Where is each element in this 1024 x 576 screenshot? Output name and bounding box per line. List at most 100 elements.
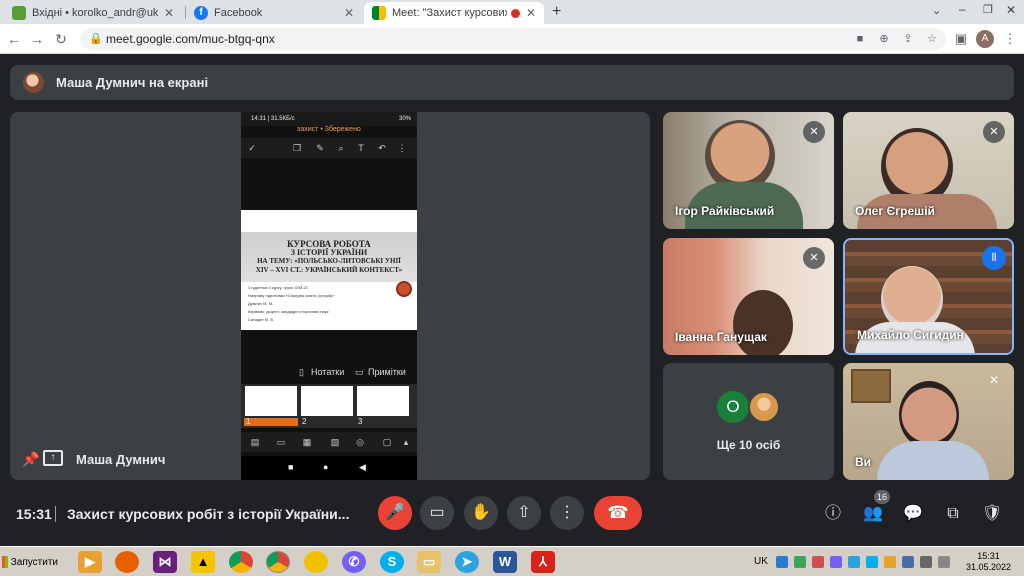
microphone-toggle-button[interactable]: 🎤 (378, 496, 412, 530)
restore-icon[interactable]: ❐ (983, 3, 993, 16)
presentation-tile[interactable]: 14:31 | 31.5КБ/с 30% захист • Збережено … (10, 112, 650, 480)
speaking-indicator-icon: ⦀ (982, 246, 1006, 270)
pin-icon[interactable]: 📌 (22, 451, 39, 468)
participant-face (899, 381, 959, 449)
meeting-control-bar: 15:31 Захист курсових робіт з історії Ук… (0, 488, 1024, 540)
profile-avatar[interactable]: A (976, 30, 994, 48)
document-title: захист • Збережено (297, 126, 361, 133)
visual-studio-icon[interactable]: ⋈ (153, 551, 177, 573)
host-controls-icon[interactable]: 🛡 (981, 503, 1003, 525)
participant-tile[interactable]: ✕ Ігор Райківський (663, 112, 834, 229)
window-close-icon[interactable]: ✕ (1006, 3, 1016, 17)
more-options-button[interactable]: ⋮ (550, 496, 584, 530)
shapes-icon: ◎ (356, 437, 364, 447)
language-indicator[interactable]: UK (754, 556, 768, 567)
table-icon: ▦ (302, 437, 312, 447)
back-icon[interactable]: ← (4, 29, 24, 49)
search-icon: ⌕ (338, 143, 344, 153)
participant-tile[interactable]: ✕ Олег Єгрешій (843, 112, 1014, 229)
skype-tray-icon[interactable] (866, 556, 878, 568)
drive-app-icon[interactable]: ▲ (191, 551, 215, 573)
battery-icon[interactable] (938, 556, 950, 568)
participant-tile-speaking[interactable]: ⦀ Михайло Сигидин (843, 238, 1014, 355)
word-icon[interactable]: W (493, 551, 517, 573)
chrome-active-icon[interactable] (266, 551, 290, 573)
back-icon: ◀ (359, 462, 366, 472)
more-participants-label: Ще 10 осіб (716, 438, 781, 452)
share-icon[interactable]: ⇪ (900, 32, 916, 46)
close-icon[interactable]: ✕ (526, 6, 536, 20)
camera-toggle-button[interactable]: ▭ (420, 496, 454, 530)
viber-icon[interactable]: ✆ (342, 551, 366, 573)
phone-bottom-toolbar: ▤ ▭ ▦ ▧ ◎ ▢ ▴ (241, 432, 417, 452)
university-seal-icon (396, 281, 412, 297)
firefox-icon[interactable] (115, 551, 139, 573)
zoom-icon[interactable]: ⊕ (876, 32, 892, 46)
chat-icon[interactable]: 💬 (902, 503, 924, 525)
camera-icon[interactable]: ■ (852, 32, 868, 46)
tray-icon[interactable] (776, 556, 788, 568)
new-tab-button[interactable]: + (552, 3, 561, 21)
folder-icon[interactable]: ▭ (417, 551, 441, 573)
shared-phone-screen: 14:31 | 31.5КБ/с 30% захист • Збережено … (241, 112, 417, 480)
mail-icon (12, 6, 26, 20)
tray-icon[interactable] (884, 556, 896, 568)
slide-meta-line: Сигидин М. В. (248, 317, 275, 322)
selected-thumbnail-marker (244, 418, 298, 426)
media-player-icon[interactable]: ▶ (78, 551, 102, 573)
mic-off-icon: ✕ (989, 373, 1000, 387)
address-bar[interactable]: 🔒 meet.google.com/muc-btgq-qnx ■ ⊕ ⇪ ☆ (80, 28, 946, 50)
participant-tile[interactable]: ✕ Іванна Ганущак (663, 238, 834, 355)
system-time: 15:31 (977, 551, 1000, 561)
present-now-button[interactable]: ⇧ (507, 496, 541, 530)
tray-icon[interactable] (794, 556, 806, 568)
notes-icon: ▯ (299, 367, 304, 377)
layout-icon: ▤ (250, 437, 260, 447)
chrome-icon[interactable] (229, 551, 253, 573)
slide-title-line: НА ТЕМУ: «ПОЛЬСЬКО-ЛИТОВСЬКІ УНІЇ (257, 257, 401, 265)
participant-hair (733, 290, 793, 355)
reload-icon[interactable]: ↻ (51, 29, 71, 49)
skype-icon[interactable]: S (380, 551, 404, 573)
more-participants-tile[interactable]: О Ще 10 осіб (663, 363, 834, 480)
tab-facebook[interactable]: f Facebook ✕ (186, 2, 362, 24)
meeting-details-icon[interactable]: ⓘ (822, 503, 844, 525)
telegram-tray-icon[interactable] (848, 556, 860, 568)
mic-off-icon: ✕ (803, 121, 825, 143)
close-icon[interactable]: ✕ (164, 6, 174, 20)
slide-meta-line: Думнич М. М. (248, 301, 274, 306)
home-icon: ● (323, 462, 329, 472)
leave-call-button[interactable]: ☎ (594, 496, 642, 530)
url-text: meet.google.com/muc-btgq-qnx (106, 32, 275, 46)
acrobat-icon[interactable]: ⅄ (531, 551, 555, 573)
presenter-banner-text: Маша Думнич на екрані (56, 75, 209, 90)
close-icon[interactable]: ✕ (344, 6, 354, 20)
slide-thumbnail (245, 386, 297, 416)
tray-icon[interactable] (812, 556, 824, 568)
activities-icon[interactable]: ⧉ (942, 503, 964, 525)
self-view-tile[interactable]: ✕ Ви (843, 363, 1014, 480)
start-button[interactable]: Запустити (2, 550, 58, 574)
telegram-icon[interactable]: ➤ (455, 551, 479, 573)
minimize-icon[interactable]: – (959, 2, 966, 16)
thumbnail-number: 2 (302, 417, 307, 426)
chrome-canary-icon[interactable] (304, 551, 328, 573)
bookmark-star-icon[interactable]: ☆ (924, 32, 940, 46)
tab-meet[interactable]: Meet: "Захист курсових роб ✕ (364, 2, 544, 24)
phone-battery: 30% (398, 116, 411, 122)
tab-mail[interactable]: Вхідні • korolko_andr@ukr.net ✕ (4, 2, 182, 24)
tab-search-icon[interactable]: ⌄ (932, 4, 941, 17)
meeting-clock: 15:31 (16, 506, 52, 522)
present-screen-icon[interactable]: ↑ (43, 450, 63, 466)
side-panel-icon[interactable]: ▣ (951, 29, 971, 49)
pen-icon: ✎ (316, 143, 324, 153)
forward-icon[interactable]: → (27, 29, 47, 49)
raise-hand-button[interactable]: ✋ (464, 496, 498, 530)
browser-menu-icon[interactable]: ⋮ (1000, 29, 1020, 49)
viber-tray-icon[interactable] (830, 556, 842, 568)
people-icon[interactable]: 👥 (862, 503, 884, 525)
participant-name: Олег Єгрешій (855, 204, 935, 218)
network-icon[interactable] (902, 556, 914, 568)
volume-icon[interactable] (920, 556, 932, 568)
system-clock[interactable]: 15:31 31.05.2022 (966, 551, 1011, 573)
